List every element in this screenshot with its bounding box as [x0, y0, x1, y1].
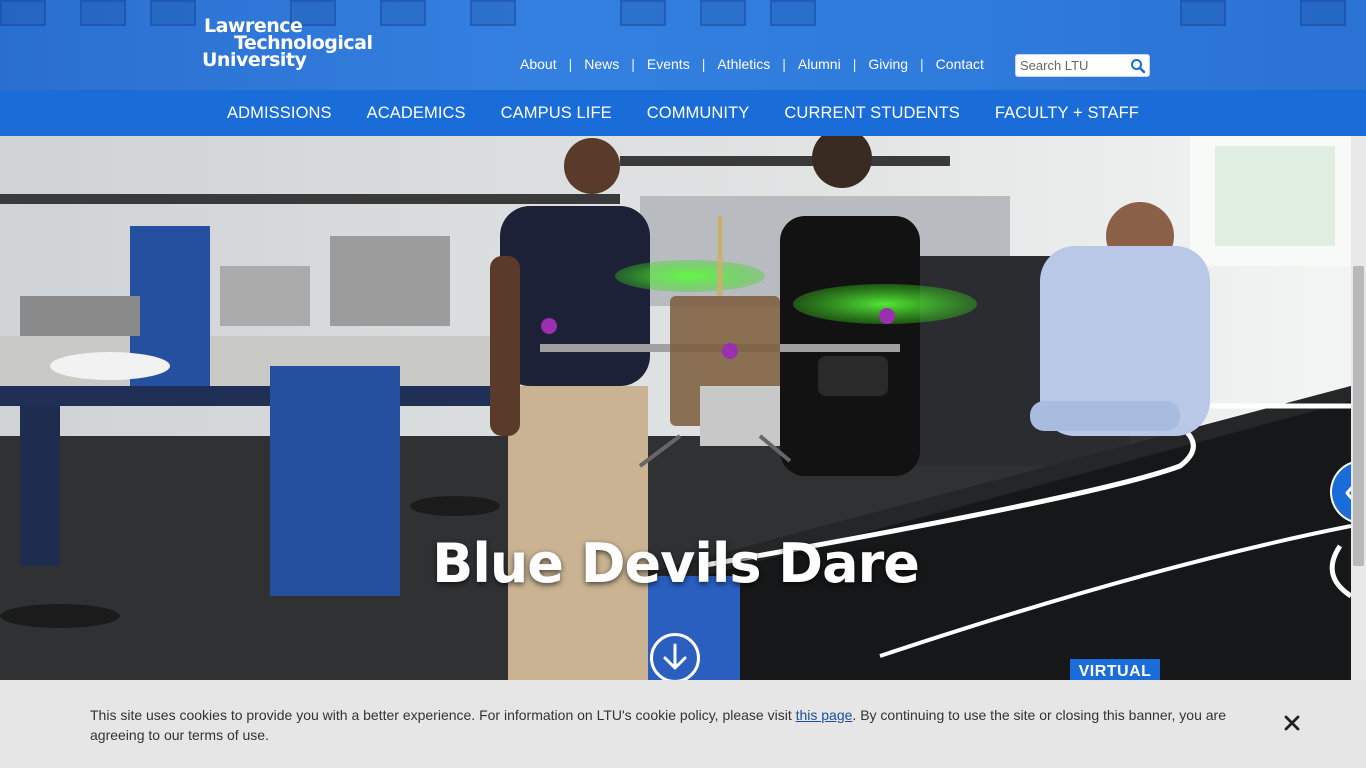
header-background-tile [470, 0, 516, 26]
scroll-down-button[interactable] [650, 633, 700, 680]
utility-nav-separator: | [920, 56, 924, 72]
header-background-tile [620, 0, 666, 26]
utility-nav-separator: | [701, 56, 706, 72]
utility-nav-contact[interactable]: Contact [936, 56, 984, 72]
hero-banner: Blue Devils Dare VIRTUAL [0, 136, 1351, 680]
utility-nav-alumni[interactable]: Alumni [798, 56, 841, 72]
main-nav-campus-life[interactable]: CAMPUS LIFE [501, 104, 612, 123]
utility-nav-giving[interactable]: Giving [868, 56, 908, 72]
utility-nav-separator: | [852, 56, 857, 72]
header-background-tile [380, 0, 426, 26]
main-nav-faculty-staff[interactable]: FACULTY + STAFF [995, 104, 1139, 123]
main-nav-community[interactable]: COMMUNITY [647, 104, 750, 123]
utility-nav-athletics[interactable]: Athletics [717, 56, 770, 72]
main-nav: ADMISSIONS ACADEMICS CAMPUS LIFE COMMUNI… [0, 90, 1366, 136]
cookie-banner-text: This site uses cookies to provide you wi… [90, 705, 1240, 745]
site-header: Lawrence Technological University About … [0, 0, 1366, 90]
utility-nav-separator: | [568, 56, 573, 72]
virtual-tour-tag[interactable]: VIRTUAL [1070, 659, 1160, 680]
logo-line-3: University [202, 49, 307, 71]
double-chevron-left-icon [1345, 486, 1351, 500]
header-background-tile [150, 0, 196, 26]
search-input[interactable] [1016, 55, 1128, 76]
search-icon [1131, 59, 1146, 74]
header-background-tile [700, 0, 746, 26]
search-button[interactable] [1130, 58, 1146, 74]
cookie-close-button[interactable] [1282, 713, 1302, 733]
utility-nav-events[interactable]: Events [647, 56, 690, 72]
header-background-tile [770, 0, 816, 26]
page-scrollbar[interactable] [1351, 136, 1366, 768]
utility-nav-separator: | [782, 56, 786, 72]
scrollbar-thumb[interactable] [1353, 266, 1364, 566]
cookie-policy-link[interactable]: this page [796, 707, 853, 723]
search-box [1015, 54, 1150, 77]
cookie-banner: This site uses cookies to provide you wi… [0, 680, 1366, 768]
main-nav-current-students[interactable]: CURRENT STUDENTS [784, 104, 959, 123]
header-background-tile [1300, 0, 1346, 26]
cookie-text-intro: This site uses cookies to provide you wi… [90, 707, 796, 723]
main-nav-admissions[interactable]: ADMISSIONS [227, 104, 332, 123]
utility-nav-separator: | [631, 56, 635, 72]
main-nav-academics[interactable]: ACADEMICS [367, 104, 466, 123]
header-background-tile [1180, 0, 1226, 26]
header-background-tile [80, 0, 126, 26]
hero-photo [0, 136, 1351, 680]
utility-nav-news[interactable]: News [584, 56, 619, 72]
ltu-logo[interactable]: Lawrence Technological University [202, 17, 373, 76]
utility-nav: About | News | Events | Athletics | Alum… [520, 55, 984, 73]
close-icon [1284, 715, 1300, 731]
hero-title: Blue Devils Dare [432, 532, 920, 595]
header-background-tile [0, 0, 46, 26]
utility-nav-about[interactable]: About [520, 56, 557, 72]
arrow-down-circle-icon [663, 643, 687, 670]
